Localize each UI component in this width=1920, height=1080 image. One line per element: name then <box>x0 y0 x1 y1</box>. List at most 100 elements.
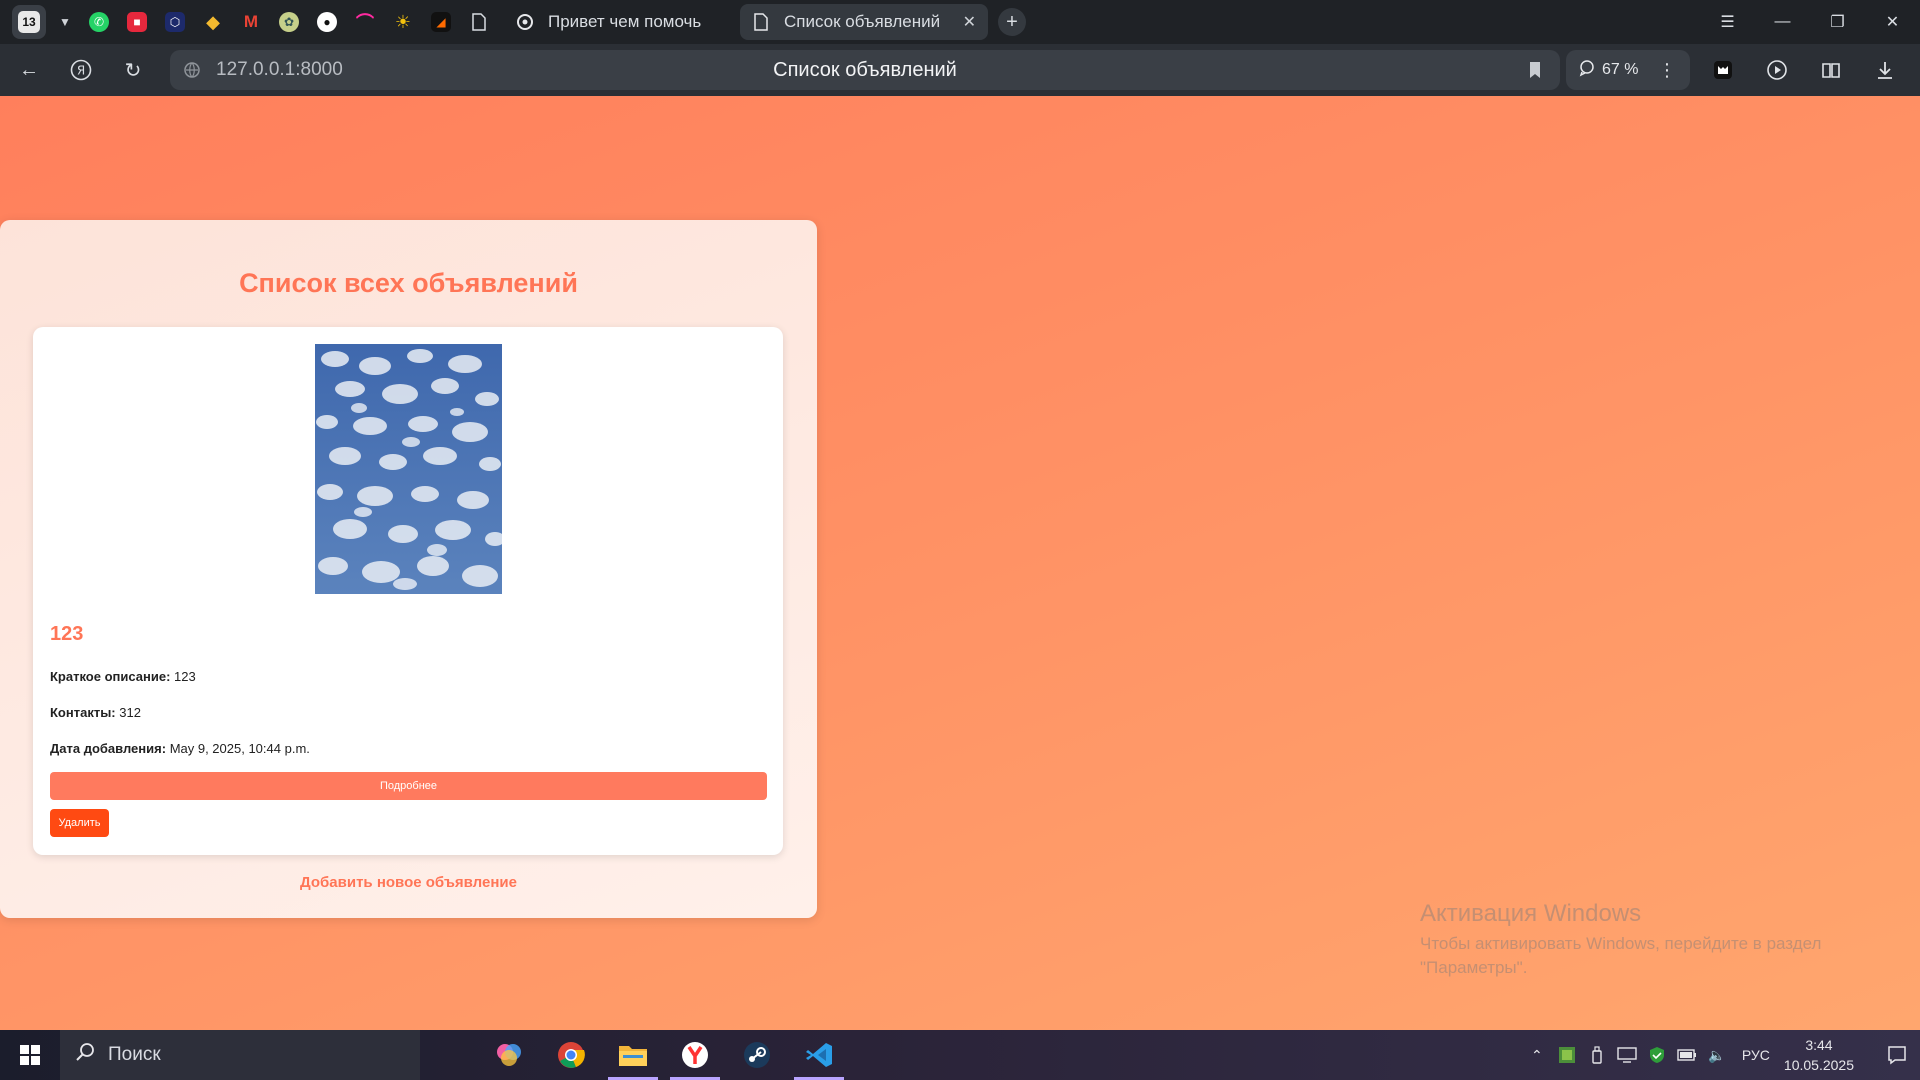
language-indicator[interactable]: РУС <box>1742 1047 1770 1063</box>
tray-app-icon[interactable] <box>1552 1047 1582 1063</box>
vscode-icon <box>806 1043 832 1067</box>
usb-icon[interactable] <box>1582 1046 1612 1064</box>
svg-text:Я: Я <box>77 64 85 78</box>
menu-icon[interactable]: ☰ <box>1700 0 1755 44</box>
ad-contacts: Контакты: 312 <box>50 705 141 720</box>
tab-ads-list[interactable]: Список объявлений ✕ <box>740 4 988 40</box>
tray-chevron-up-icon[interactable]: ⌃ <box>1522 1047 1552 1064</box>
browser-tab-bar: 13 ▼ ✆ ■ ⬡ ◆ M ✿ ● ⌒ ☀ ◢ Привет чем помо… <box>0 0 1920 44</box>
close-window-icon[interactable]: ✕ <box>1865 0 1920 44</box>
pinned-tab-11[interactable] <box>460 5 498 39</box>
tab-chat[interactable]: Привет чем помочь <box>504 4 734 40</box>
window-controls: ☰ — ❐ ✕ <box>1700 0 1920 44</box>
watermark-text: Чтобы активировать Windows, перейдите в … <box>1420 934 1822 977</box>
ad-short-description: Краткое описание: 123 <box>50 669 196 684</box>
ad-photo <box>315 344 502 594</box>
page-heading: Список всех объявлений <box>239 268 578 298</box>
tabs-dropdown-icon[interactable]: ▼ <box>50 5 80 39</box>
back-icon[interactable]: ← <box>6 50 52 90</box>
pinned-tab-whatsapp[interactable]: ✆ <box>80 5 118 39</box>
github-icon: ● <box>317 12 337 32</box>
ad-card: 123 Краткое описание: 123 Контакты: 312 … <box>33 327 783 855</box>
date-label: Дата добавления: <box>50 741 167 756</box>
pinned-tab-9[interactable]: ☀ <box>384 5 422 39</box>
battery-icon[interactable] <box>1672 1049 1702 1061</box>
browser-nav-bar: ← Я ↻ 127.0.0.1:8000 Список объявлений 6… <box>0 44 1920 96</box>
reading-mode-icon[interactable] <box>1804 50 1858 90</box>
taskbar-vscode[interactable] <box>788 1030 850 1080</box>
watermark-title: Активация Windows <box>1420 900 1642 927</box>
pinned-tab-gmail[interactable]: M <box>232 5 270 39</box>
shield-icon[interactable] <box>1642 1046 1672 1064</box>
minimize-icon[interactable]: — <box>1755 0 1810 44</box>
network-icon[interactable] <box>1612 1047 1642 1063</box>
windows-logo-icon <box>20 1045 40 1065</box>
close-tab-icon[interactable]: ✕ <box>963 12 976 32</box>
m365-icon <box>497 1044 521 1066</box>
binance-icon: ◆ <box>206 11 220 32</box>
taskbar-steam[interactable] <box>726 1030 788 1080</box>
tab-count: 13 <box>18 11 40 33</box>
notifications-icon[interactable] <box>1874 1045 1920 1065</box>
date-value: May 9, 2025, 10:44 p.m. <box>169 741 310 756</box>
chrome-icon <box>558 1042 585 1068</box>
download-icon[interactable] <box>1858 50 1912 90</box>
taskbar-yandex-browser[interactable] <box>664 1030 726 1080</box>
more-options-icon[interactable]: ⋮ <box>1658 60 1676 81</box>
pinned-tab-3[interactable]: ⬡ <box>156 5 194 39</box>
arc-icon: ⌒ <box>356 13 374 33</box>
openai-icon <box>516 13 534 31</box>
tab-count-button[interactable]: 13 <box>12 5 46 39</box>
pinned-tab-6[interactable]: ✿ <box>270 5 308 39</box>
zoom-level: 67 % <box>1602 61 1639 78</box>
start-button[interactable] <box>0 1030 60 1080</box>
taskbar-explorer[interactable] <box>602 1030 664 1080</box>
clock-time: 3:44 <box>1805 1037 1833 1053</box>
taskbar-search[interactable]: Поиск <box>60 1030 420 1080</box>
short-description-label: Краткое описание: <box>50 669 171 684</box>
clock-date: 10.05.2025 <box>1783 1057 1854 1073</box>
pinned-tab-github[interactable]: ● <box>308 5 346 39</box>
details-button[interactable]: Подробнее <box>50 772 767 800</box>
taskbar-chrome[interactable] <box>540 1030 602 1080</box>
app-icon: ■ <box>127 12 147 32</box>
sun-icon: ☀ <box>394 11 412 32</box>
delete-button[interactable]: Удалить <box>50 809 109 837</box>
address-bar[interactable]: 127.0.0.1:8000 Список объявлений <box>170 50 1560 90</box>
pinned-tab-10[interactable]: ◢ <box>422 5 460 39</box>
gmail-icon: M <box>243 12 259 31</box>
taskbar-m365[interactable] <box>478 1030 540 1080</box>
pinned-tab-8[interactable]: ⌒ <box>346 5 384 39</box>
search-icon <box>74 1041 96 1069</box>
reload-icon[interactable]: ↻ <box>110 50 156 90</box>
folder-icon <box>619 1046 647 1066</box>
steam-icon <box>744 1042 770 1068</box>
address-page-title: Список объявлений <box>773 58 957 81</box>
pinned-tab-2[interactable]: ■ <box>118 5 156 39</box>
zoom-control[interactable]: 67 % ⋮ <box>1566 50 1690 90</box>
add-new-ad-link[interactable]: Добавить новое объявление <box>0 874 817 891</box>
document-icon <box>752 13 770 31</box>
slash-icon: ◢ <box>431 12 451 32</box>
ad-title: 123 <box>50 623 84 645</box>
extension-icon[interactable] <box>1696 50 1750 90</box>
emblem-icon: ✿ <box>279 12 299 32</box>
bookmark-icon[interactable] <box>1524 59 1546 81</box>
yandex-icon[interactable]: Я <box>58 50 104 90</box>
windows-taskbar: Поиск ⌃ 🔈 РУС 3:44 10.05.2025 <box>0 1030 1920 1080</box>
restore-icon[interactable]: ❐ <box>1810 0 1865 44</box>
chat-bubble-icon <box>1578 59 1596 82</box>
tab-title: Список объявлений <box>784 12 941 31</box>
new-tab-button[interactable]: + <box>998 8 1026 36</box>
short-description-value: 123 <box>174 669 196 684</box>
ads-panel: Список всех объявлений 123 Краткое описа… <box>0 220 817 918</box>
document-icon <box>469 12 489 32</box>
pinned-tab-binance[interactable]: ◆ <box>194 5 232 39</box>
site-info-icon[interactable] <box>182 60 202 80</box>
volume-icon[interactable]: 🔈 <box>1702 1047 1732 1064</box>
media-play-icon[interactable] <box>1750 50 1804 90</box>
contacts-label: Контакты: <box>50 705 116 720</box>
url-text: 127.0.0.1:8000 <box>216 59 343 80</box>
system-tray: ⌃ 🔈 РУС 3:44 10.05.2025 <box>1522 1030 1920 1080</box>
clock[interactable]: 3:44 10.05.2025 <box>1784 1035 1854 1075</box>
